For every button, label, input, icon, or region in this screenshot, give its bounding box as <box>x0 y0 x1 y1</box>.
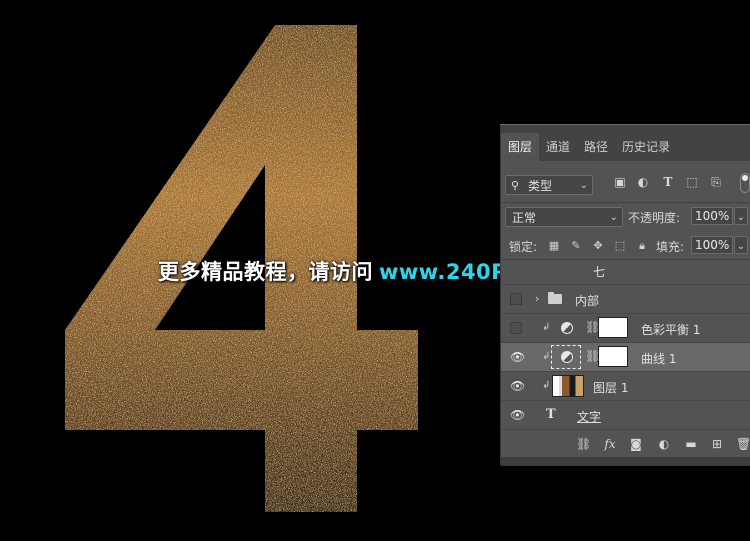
layer-thumbnail[interactable] <box>552 375 584 397</box>
eye-icon[interactable]: 👁︎ <box>510 351 525 363</box>
chevron-down-icon: ⌄ <box>736 241 745 252</box>
chevron-down-icon: ⌄ <box>579 180 588 191</box>
panel-grip[interactable] <box>501 125 750 133</box>
lock-all-icon[interactable]: 🔒︎ <box>635 239 649 253</box>
blend-mode-value: 正常 <box>512 211 537 225</box>
layer-name: 内部 <box>575 294 600 308</box>
visibility-toggle[interactable] <box>510 293 522 305</box>
tab-history[interactable]: 历史记录 <box>615 133 677 161</box>
shape-filter-icon[interactable]: ⬚ <box>685 175 699 189</box>
panel-bottom-toolbar: ⛓ fx ◙ ◐ ▬ ⊞ 🗑︎ <box>501 431 750 457</box>
image-filter-icon[interactable]: ▣ <box>613 175 627 189</box>
visibility-toggle[interactable] <box>510 322 522 334</box>
layer-row-curves[interactable]: 👁︎ ↲ ⛓ 曲线 1 <box>501 343 750 372</box>
trash-icon[interactable]: 🗑︎ <box>736 437 750 451</box>
clipping-arrow-icon: ↲ <box>542 322 551 333</box>
divider <box>501 202 750 203</box>
watermark-chinese-text: 更多精品教程，请访问 <box>158 260 373 284</box>
search-icon: ⚲ <box>511 179 520 192</box>
layer-name: 文字 <box>577 410 602 424</box>
fx-icon[interactable]: fx <box>603 437 617 451</box>
folder-icon <box>548 292 562 304</box>
fill-dropdown[interactable]: ⌄ <box>734 236 748 254</box>
layer-row-pixel[interactable]: 👁︎ ↲ 图层 1 <box>501 372 750 401</box>
tab-channels[interactable]: 通道 <box>539 133 577 161</box>
layer-name: 色彩平衡 1 <box>641 323 701 337</box>
chevron-down-icon: ⌄ <box>736 212 745 223</box>
new-group-icon[interactable]: ▬ <box>684 437 698 451</box>
filter-kind-value: 类型 <box>528 179 553 193</box>
tab-paths[interactable]: 路径 <box>577 133 615 161</box>
lock-image-icon[interactable]: ✎ <box>569 239 583 253</box>
chevron-right-icon[interactable]: › <box>535 292 539 305</box>
panel-tabs: 图层 通道 路径 历史记录 <box>501 133 750 161</box>
fill-field[interactable]: 100% <box>691 236 733 254</box>
blend-mode-select[interactable]: 正常 ⌄ <box>505 207 623 227</box>
link-layers-icon[interactable]: ⛓ <box>576 437 591 451</box>
layer-name: 七 <box>593 265 606 279</box>
adjustment-filter-icon[interactable]: ◐ <box>636 175 650 189</box>
layer-name: 曲线 1 <box>641 352 677 366</box>
eye-icon[interactable]: 👁︎ <box>510 409 525 421</box>
opacity-field[interactable]: 100% <box>691 207 733 225</box>
clipping-arrow-icon: ↲ <box>542 380 551 391</box>
add-mask-icon[interactable]: ◙ <box>629 437 643 451</box>
layer-mask-thumbnail[interactable] <box>598 346 628 367</box>
chevron-down-icon: ⌄ <box>609 212 618 223</box>
filter-toggle[interactable] <box>740 173 750 193</box>
tab-layers[interactable]: 图层 <box>501 133 540 161</box>
lock-position-icon[interactable]: ✥ <box>591 239 605 253</box>
smart-object-filter-icon[interactable]: ⎘ <box>709 175 723 189</box>
layer-row-partial[interactable]: 七 <box>501 260 750 285</box>
eye-icon[interactable]: 👁︎ <box>510 380 525 392</box>
layer-mask-thumbnail[interactable] <box>598 317 628 338</box>
clipping-arrow-icon: ↲ <box>542 351 551 362</box>
layer-row-color-balance[interactable]: ↲ ⛓ 色彩平衡 1 <box>501 314 750 343</box>
fill-label: 填充: <box>656 240 685 254</box>
opacity-dropdown[interactable]: ⌄ <box>734 207 748 225</box>
opacity-label: 不透明度: <box>628 211 681 225</box>
text-filter-icon[interactable]: T <box>661 175 675 189</box>
layers-panel: 图层 通道 路径 历史记录 ⚲ 类型 ⌄ ▣ ◐ T ⬚ ⎘ 正常 ⌄ 不透明度… <box>500 124 750 466</box>
layer-row-group[interactable]: › 内部 <box>501 285 750 314</box>
new-adjustment-icon[interactable]: ◐ <box>657 437 671 451</box>
adjustment-layer-icon <box>561 322 573 334</box>
text-layer-icon: T <box>546 407 556 422</box>
filter-kind-select[interactable]: ⚲ 类型 ⌄ <box>505 175 593 195</box>
lock-transparency-icon[interactable]: ▦ <box>547 239 561 253</box>
panel-resize-strip[interactable] <box>501 457 750 466</box>
lock-label: 锁定: <box>509 240 538 254</box>
layer-row-text[interactable]: 👁︎ T 文字 <box>501 401 750 430</box>
adjustment-layer-icon <box>561 351 573 363</box>
lock-artboard-icon[interactable]: ⬚ <box>613 239 627 253</box>
layer-name: 图层 1 <box>593 381 629 395</box>
new-layer-icon[interactable]: ⊞ <box>710 437 724 451</box>
